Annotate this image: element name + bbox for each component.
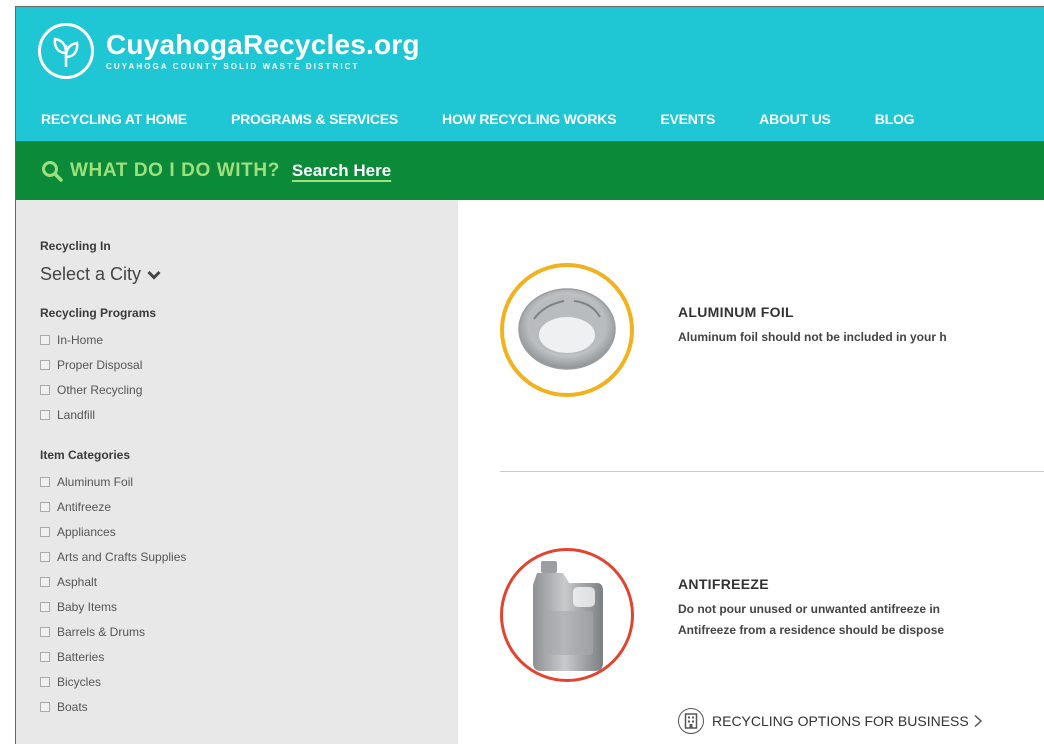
- category-checkbox-bicycles[interactable]: Bicycles: [40, 669, 458, 694]
- checkbox[interactable]: [40, 501, 50, 512]
- aluminum-foil-description: Aluminum foil should not be included in …: [678, 330, 947, 344]
- item-divider: [500, 471, 1044, 472]
- site-header: CuyahogaRecycles.org CUYAHOGA COUNTY SOL…: [16, 7, 1044, 141]
- checkbox-label: Bicycles: [57, 674, 102, 689]
- logo-subtitle: CUYAHOGA COUNTY SOLID WASTE DISTRICT: [106, 61, 360, 71]
- antifreeze-image[interactable]: [500, 548, 634, 682]
- what-do-i-do-with-bar: WHAT DO I DO WITH? Search Here: [16, 141, 1044, 200]
- chevron-down-icon: [147, 270, 161, 280]
- checkbox-label: Appliances: [57, 524, 116, 539]
- recycling-in-label: Recycling In: [40, 239, 111, 253]
- checkbox[interactable]: [40, 576, 50, 587]
- programs-heading: Recycling Programs: [40, 306, 157, 320]
- checkbox[interactable]: [40, 476, 50, 487]
- nav-events[interactable]: EVENTS: [660, 111, 715, 127]
- checkbox[interactable]: [40, 384, 50, 395]
- checkbox-label: Aluminum Foil: [57, 474, 134, 489]
- category-checkbox-boats[interactable]: Boats: [40, 694, 458, 719]
- city-select-dropdown[interactable]: Select a City: [40, 264, 458, 285]
- browser-viewport: CuyahogaRecycles.org CUYAHOGA COUNTY SOL…: [15, 6, 1044, 744]
- checkbox-label: Barrels & Drums: [57, 624, 146, 639]
- checkbox[interactable]: [40, 676, 50, 687]
- checkbox[interactable]: [40, 409, 50, 420]
- checkbox[interactable]: [40, 526, 50, 537]
- leaf-logo-icon: [38, 23, 94, 79]
- category-checkbox-aluminum-foil[interactable]: Aluminum Foil: [40, 469, 458, 494]
- business-link-label: RECYCLING OPTIONS FOR BUSINESS: [712, 713, 969, 729]
- nav-blog[interactable]: BLOG: [875, 111, 915, 127]
- antifreeze-description-line-1: Do not pour unused or unwanted antifreez…: [678, 602, 941, 616]
- aluminum-foil-title[interactable]: ALUMINUM FOIL: [678, 304, 794, 320]
- nav-about-us[interactable]: ABOUT US: [759, 111, 831, 127]
- aluminum-foil-image[interactable]: [500, 263, 634, 397]
- antifreeze-jug-icon: [533, 561, 603, 671]
- aluminum-pan-icon: [518, 288, 616, 370]
- site-logo[interactable]: CuyahogaRecycles.org CUYAHOGA COUNTY SOL…: [38, 23, 420, 79]
- checkbox[interactable]: [40, 651, 50, 662]
- checkbox[interactable]: [40, 626, 50, 637]
- program-checkbox-in-home[interactable]: In-Home: [40, 327, 458, 352]
- checkbox-label: Proper Disposal: [57, 357, 143, 372]
- search-icon[interactable]: [41, 160, 63, 182]
- checkbox[interactable]: [40, 601, 50, 612]
- program-checkbox-other-recycling[interactable]: Other Recycling: [40, 377, 458, 402]
- checkbox-label: Other Recycling: [57, 382, 143, 397]
- checkbox-label: Landfill: [57, 407, 96, 422]
- checkbox-label: Antifreeze: [57, 499, 112, 514]
- main-nav: RECYCLING AT HOME PROGRAMS & SERVICES HO…: [41, 111, 958, 127]
- chevron-right-icon: [974, 714, 982, 728]
- categories-list: Aluminum Foil Antifreeze Appliances Arts…: [40, 469, 458, 719]
- programs-list: In-Home Proper Disposal Other Recycling …: [40, 327, 458, 427]
- building-icon: [678, 708, 704, 734]
- category-checkbox-batteries[interactable]: Batteries: [40, 644, 458, 669]
- search-question: WHAT DO I DO WITH?: [70, 159, 280, 181]
- category-checkbox-appliances[interactable]: Appliances: [40, 519, 458, 544]
- antifreeze-title[interactable]: ANTIFREEZE: [678, 576, 769, 592]
- antifreeze-description-line-2: Antifreeze from a residence should be di…: [678, 623, 945, 637]
- item-results: ALUMINUM FOIL Aluminum foil should not b…: [458, 200, 1044, 744]
- checkbox-label: Arts and Crafts Supplies: [57, 549, 187, 564]
- checkbox[interactable]: [40, 334, 50, 345]
- category-checkbox-arts-crafts[interactable]: Arts and Crafts Supplies: [40, 544, 458, 569]
- checkbox-label: Baby Items: [57, 599, 118, 614]
- search-here-link[interactable]: Search Here: [292, 161, 391, 181]
- checkbox-label: Boats: [57, 699, 88, 714]
- program-checkbox-proper-disposal[interactable]: Proper Disposal: [40, 352, 458, 377]
- checkbox-label: Asphalt: [57, 574, 98, 589]
- checkbox[interactable]: [40, 701, 50, 712]
- category-checkbox-baby-items[interactable]: Baby Items: [40, 594, 458, 619]
- category-checkbox-barrels-drums[interactable]: Barrels & Drums: [40, 619, 458, 644]
- nav-recycling-at-home[interactable]: RECYCLING AT HOME: [41, 111, 187, 127]
- city-select-label: Select a City: [40, 264, 142, 284]
- checkbox[interactable]: [40, 359, 50, 370]
- checkbox[interactable]: [40, 551, 50, 562]
- recycling-options-business-link[interactable]: RECYCLING OPTIONS FOR BUSINESS: [678, 708, 983, 734]
- checkbox-label: In-Home: [57, 332, 104, 347]
- categories-heading: Item Categories: [40, 448, 131, 462]
- categories-group: Item Categories Aluminum Foil Antifreeze…: [40, 447, 458, 719]
- nav-programs-services[interactable]: PROGRAMS & SERVICES: [231, 111, 398, 127]
- filter-sidebar: Recycling In Select a City Recycling Pro…: [16, 200, 458, 744]
- program-checkbox-landfill[interactable]: Landfill: [40, 402, 458, 427]
- category-checkbox-antifreeze[interactable]: Antifreeze: [40, 494, 458, 519]
- nav-how-recycling-works[interactable]: HOW RECYCLING WORKS: [442, 111, 617, 127]
- logo-title: CuyahogaRecycles.org: [106, 28, 420, 60]
- checkbox-label: Batteries: [57, 649, 105, 664]
- programs-group: Recycling Programs In-Home Proper Dispos…: [40, 305, 458, 427]
- category-checkbox-asphalt[interactable]: Asphalt: [40, 569, 458, 594]
